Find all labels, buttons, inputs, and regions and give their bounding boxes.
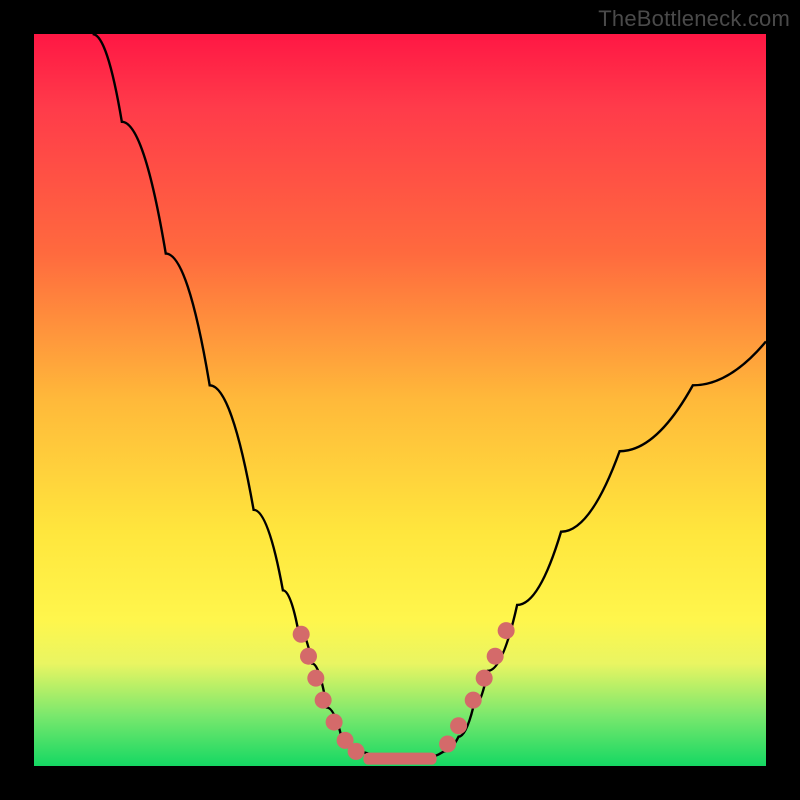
marker-dot bbox=[293, 626, 310, 643]
marker-dot bbox=[315, 692, 332, 709]
v-curve bbox=[93, 34, 766, 759]
marker-dot bbox=[300, 648, 317, 665]
marker-dot bbox=[439, 736, 456, 753]
marker-dot bbox=[476, 670, 493, 687]
attribution-watermark: TheBottleneck.com bbox=[598, 6, 790, 32]
chart-frame: TheBottleneck.com bbox=[0, 0, 800, 800]
marker-group-right bbox=[439, 622, 515, 752]
marker-dot bbox=[465, 692, 482, 709]
marker-dot bbox=[450, 717, 467, 734]
marker-dot bbox=[326, 714, 343, 731]
marker-dot bbox=[307, 670, 324, 687]
marker-dot bbox=[498, 622, 515, 639]
chart-svg bbox=[34, 34, 766, 766]
marker-dot bbox=[487, 648, 504, 665]
marker-dot bbox=[348, 743, 365, 760]
marker-group-left bbox=[293, 626, 365, 760]
bottom-flat-segment bbox=[363, 753, 436, 765]
